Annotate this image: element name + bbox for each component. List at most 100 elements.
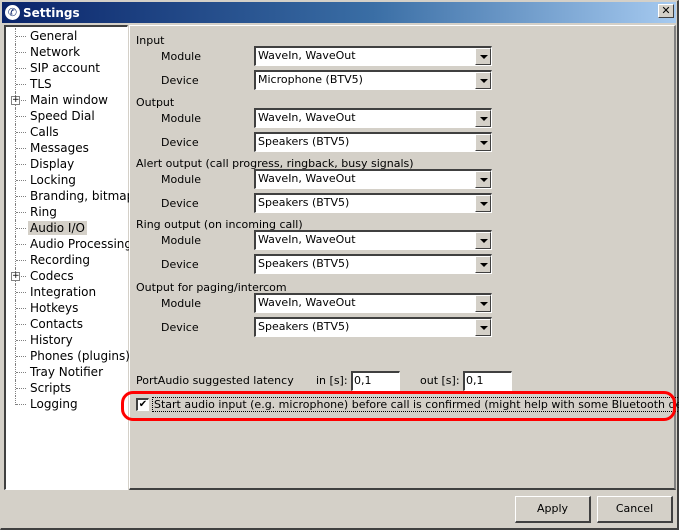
start-audio-checkbox-row[interactable]: ✔ Start audio input (e.g. microphone) be… bbox=[136, 396, 679, 412]
audio-io-panel: Input Module WaveIn, WaveOut Device Micropho… bbox=[129, 25, 679, 490]
tree-connector bbox=[15, 252, 26, 268]
group-0-device-select[interactable]: Microphone (BTV5) bbox=[254, 70, 492, 90]
tree-item-hotkeys[interactable]: Hotkeys bbox=[6, 300, 127, 316]
tree-connector bbox=[15, 284, 26, 300]
dropdown-arrow-icon[interactable] bbox=[475, 195, 491, 212]
tree-item-label: History bbox=[30, 333, 73, 347]
tree-item-integration[interactable]: Integration bbox=[6, 284, 127, 300]
tree-item-calls[interactable]: Calls bbox=[6, 124, 127, 140]
tree-connector bbox=[15, 220, 26, 236]
phone-icon: ✆ bbox=[5, 5, 20, 20]
latency-in-input[interactable]: 0,1 bbox=[351, 371, 400, 391]
dropdown-arrow-icon[interactable] bbox=[475, 295, 491, 312]
group-3-module-select[interactable]: WaveIn, WaveOut bbox=[254, 230, 492, 250]
group-1-module-select[interactable]: WaveIn, WaveOut bbox=[254, 108, 492, 128]
group-0-module-value: WaveIn, WaveOut bbox=[258, 49, 356, 62]
group-4-module-select[interactable]: WaveIn, WaveOut bbox=[254, 293, 492, 313]
dropdown-arrow-icon[interactable] bbox=[475, 72, 491, 89]
group-0-device-label: Device bbox=[161, 74, 199, 87]
tree-connector bbox=[15, 332, 26, 348]
latency-out-input[interactable]: 0,1 bbox=[463, 371, 512, 391]
tree-item-scripts[interactable]: Scripts bbox=[6, 380, 127, 396]
apply-button[interactable]: Apply bbox=[515, 496, 591, 523]
close-button[interactable]: ✕ bbox=[658, 4, 674, 18]
tree-item-audio-i-o[interactable]: Audio I/O bbox=[6, 220, 127, 236]
tree-item-label: TLS bbox=[30, 77, 52, 91]
dropdown-arrow-icon[interactable] bbox=[475, 256, 491, 273]
tree-item-tls[interactable]: TLS bbox=[6, 76, 127, 92]
expand-icon[interactable]: + bbox=[11, 272, 20, 281]
tree-item-label: SIP account bbox=[30, 61, 101, 75]
tree-item-label: Scripts bbox=[30, 381, 72, 395]
latency-label: PortAudio suggested latency bbox=[136, 374, 294, 387]
tree-connector bbox=[15, 236, 26, 252]
tree-item-label: Audio I/O bbox=[28, 221, 87, 235]
tree-item-network[interactable]: Network bbox=[6, 44, 127, 60]
tree-item-main-window[interactable]: + Main window bbox=[6, 92, 127, 108]
group-2-module-select[interactable]: WaveIn, WaveOut bbox=[254, 169, 492, 189]
expand-icon[interactable]: + bbox=[11, 96, 20, 105]
tree-connector bbox=[15, 204, 26, 220]
tree-item-contacts[interactable]: Contacts bbox=[6, 316, 127, 332]
tree-item-label: Codecs bbox=[30, 269, 74, 283]
tree-connector bbox=[15, 348, 26, 364]
dropdown-arrow-icon[interactable] bbox=[475, 171, 491, 188]
tree-connector bbox=[15, 396, 26, 405]
group-3-module-value: WaveIn, WaveOut bbox=[258, 233, 356, 246]
tree-item-label: Logging bbox=[30, 397, 78, 411]
tree-item-history[interactable]: History bbox=[6, 332, 127, 348]
tree-connector bbox=[15, 364, 26, 380]
tree-connector bbox=[15, 172, 26, 188]
start-audio-checkbox[interactable]: ✔ bbox=[136, 397, 149, 411]
group-3-device-value: Speakers (BTV5) bbox=[258, 257, 350, 270]
tree-item-locking[interactable]: Locking bbox=[6, 172, 127, 188]
group-0-device-value: Microphone (BTV5) bbox=[258, 73, 363, 86]
group-3-device-select[interactable]: Speakers (BTV5) bbox=[254, 254, 492, 274]
cancel-button[interactable]: Cancel bbox=[597, 496, 673, 523]
group-4-module-label: Module bbox=[161, 297, 201, 310]
group-0-title: Input bbox=[136, 34, 165, 47]
tree-item-label: Contacts bbox=[30, 317, 83, 331]
group-0-module-label: Module bbox=[161, 50, 201, 63]
group-3-device-label: Device bbox=[161, 258, 199, 271]
tree-item-label: Phones (plugins) bbox=[30, 349, 130, 363]
start-audio-checkbox-label[interactable]: Start audio input (e.g. microphone) befo… bbox=[152, 396, 679, 412]
group-2-module-value: WaveIn, WaveOut bbox=[258, 172, 356, 185]
tree-connector bbox=[15, 60, 26, 76]
tree-item-phones-plugins[interactable]: Phones (plugins) bbox=[6, 348, 130, 364]
tree-item-messages[interactable]: Messages bbox=[6, 140, 127, 156]
tree-item-branding-bitmaps[interactable]: Branding, bitmaps bbox=[6, 188, 141, 204]
settings-window: ✆ Settings ✕ General Network SIP account TL… bbox=[0, 0, 679, 530]
tree-item-sip-account[interactable]: SIP account bbox=[6, 60, 127, 76]
tree-connector bbox=[15, 28, 26, 44]
tree-item-recording[interactable]: Recording bbox=[6, 252, 127, 268]
tree-item-label: Hotkeys bbox=[30, 301, 79, 315]
tree-item-general[interactable]: General bbox=[6, 28, 127, 44]
dropdown-arrow-icon[interactable] bbox=[475, 134, 491, 151]
tree-item-label: Speed Dial bbox=[30, 109, 95, 123]
group-1-device-select[interactable]: Speakers (BTV5) bbox=[254, 132, 492, 152]
group-4-device-select[interactable]: Speakers (BTV5) bbox=[254, 317, 492, 337]
group-1-device-value: Speakers (BTV5) bbox=[258, 135, 350, 148]
tree-item-ring[interactable]: Ring bbox=[6, 204, 127, 220]
tree-item-speed-dial[interactable]: Speed Dial bbox=[6, 108, 127, 124]
tree-item-label: Locking bbox=[30, 173, 76, 187]
group-1-module-value: WaveIn, WaveOut bbox=[258, 111, 356, 124]
tree-item-label: Network bbox=[30, 45, 81, 59]
group-1-title: Output bbox=[136, 96, 175, 109]
group-2-device-select[interactable]: Speakers (BTV5) bbox=[254, 193, 492, 213]
dropdown-arrow-icon[interactable] bbox=[475, 319, 491, 336]
tree-connector bbox=[15, 316, 26, 332]
dropdown-arrow-icon[interactable] bbox=[475, 232, 491, 249]
dropdown-arrow-icon[interactable] bbox=[475, 110, 491, 127]
group-0-module-select[interactable]: WaveIn, WaveOut bbox=[254, 46, 492, 66]
tree-item-display[interactable]: Display bbox=[6, 156, 127, 172]
dropdown-arrow-icon[interactable] bbox=[475, 48, 491, 65]
settings-tree[interactable]: General Network SIP account TLS + Main window… bbox=[4, 25, 141, 490]
tree-item-tray-notifier[interactable]: Tray Notifier bbox=[6, 364, 127, 380]
tree-connector bbox=[15, 76, 26, 92]
tree-item-codecs[interactable]: + Codecs bbox=[6, 268, 127, 284]
tree-item-audio-processing[interactable]: Audio Processing bbox=[6, 236, 132, 252]
group-1-device-label: Device bbox=[161, 136, 199, 149]
tree-item-logging[interactable]: Logging bbox=[6, 396, 127, 412]
